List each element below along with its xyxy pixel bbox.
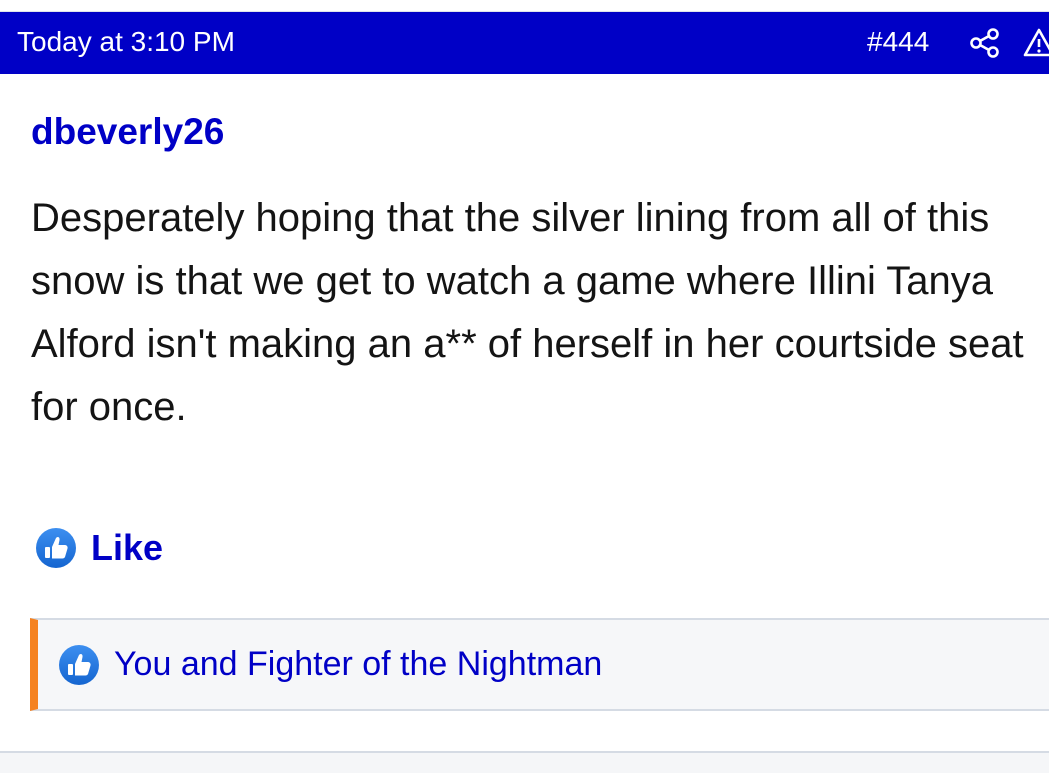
post-header: Today at 3:10 PM #444 <box>0 12 1049 74</box>
post-timestamp[interactable]: Today at 3:10 PM <box>17 26 235 58</box>
thumbs-up-icon <box>36 528 76 568</box>
reactions-summary-link[interactable]: You and Fighter of the Nightman <box>114 645 602 684</box>
reactions-summary: You and Fighter of the Nightman <box>30 618 1049 711</box>
post-author[interactable]: dbeverly26 <box>31 112 224 152</box>
warning-icon[interactable] <box>1022 26 1049 60</box>
post-divider <box>0 751 1049 773</box>
thumbs-up-icon <box>59 644 99 685</box>
top-strip <box>0 0 1049 12</box>
post-message: Desperately hoping that the silver linin… <box>31 196 1024 429</box>
share-icon[interactable] <box>968 26 1002 60</box>
post-number-link[interactable]: #444 <box>867 26 929 58</box>
like-button[interactable]: Like <box>35 525 163 571</box>
like-label: Like <box>91 527 164 568</box>
